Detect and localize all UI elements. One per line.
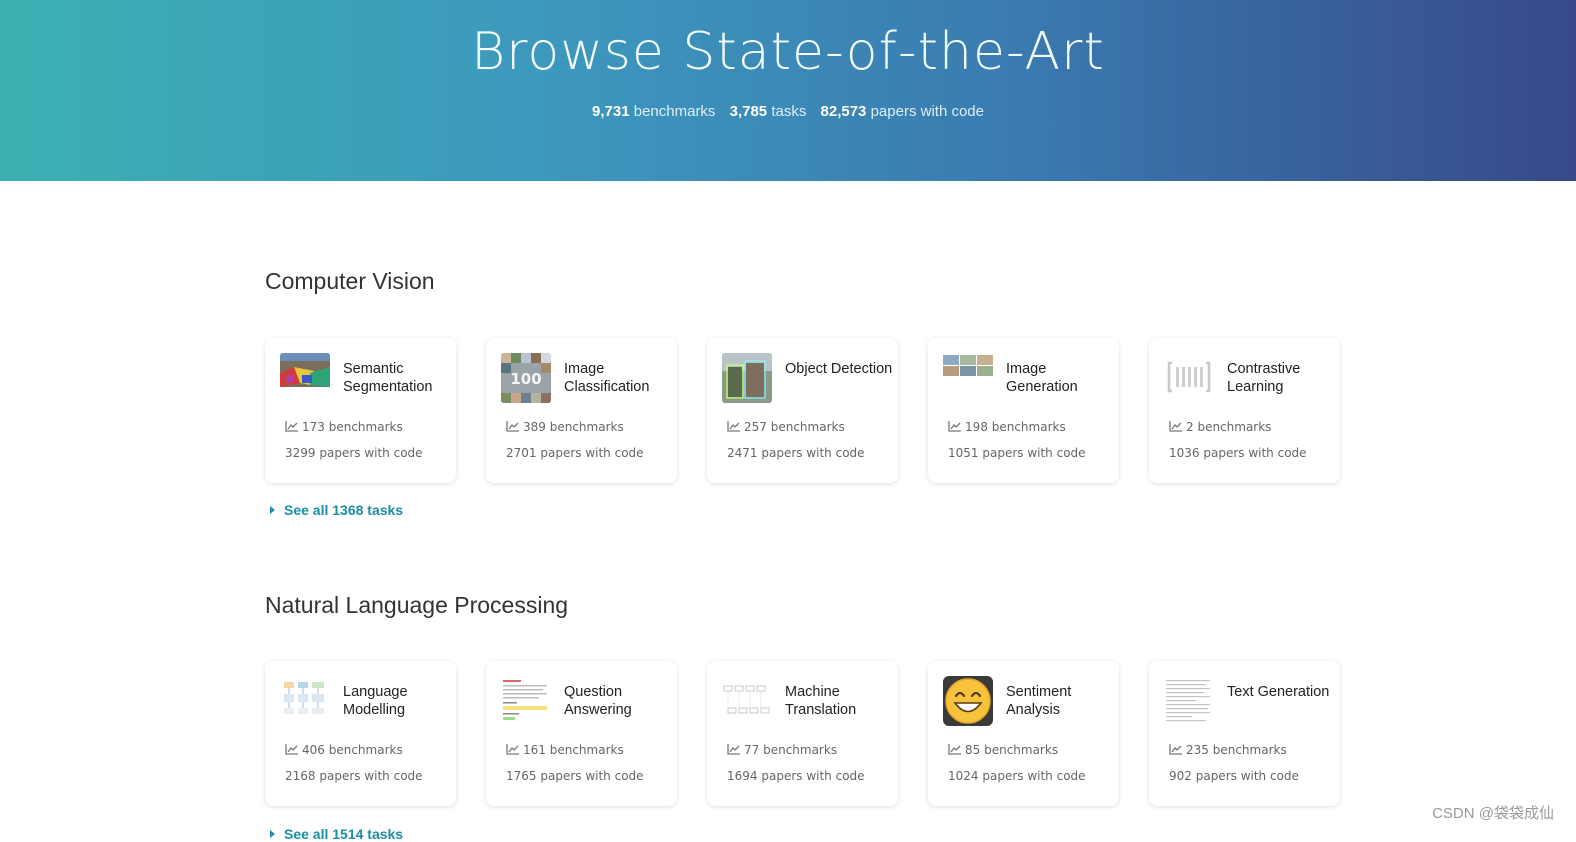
see-all-tasks-nlp-link[interactable]: See all 1514 tasks (270, 826, 403, 842)
chart-icon (727, 421, 740, 432)
task-card-sentiment-analysis[interactable]: Sentiment Analysis 85 benchmarks 1024 pa… (928, 661, 1119, 806)
task-name: Semantic Segmentation (343, 360, 451, 396)
hero-stats: 9,731 benchmarks 3,785 tasks 82,573 pape… (0, 103, 1576, 120)
papers-count: 1051 papers with code (948, 446, 1086, 460)
language-modelling-thumbnail (280, 676, 330, 726)
benchmark-count: 235 benchmarks (1169, 743, 1287, 757)
task-card-image-classification[interactable]: 100 Image Classification 389 benchmarks … (486, 338, 677, 483)
chart-icon (1169, 421, 1182, 432)
generation-thumbnail (943, 353, 993, 403)
segmentation-thumbnail (280, 353, 330, 403)
papers-count: 902 papers with code (1169, 769, 1299, 783)
task-name: Language Modelling (343, 683, 451, 719)
papers-count: 2471 papers with code (727, 446, 865, 460)
stat-tasks: 3,785 tasks (730, 103, 807, 120)
papers-count: 1765 papers with code (506, 769, 644, 783)
papers-count: 1024 papers with code (948, 769, 1086, 783)
papers-count: 2701 papers with code (506, 446, 644, 460)
chart-icon (285, 421, 298, 432)
papers-count: 3299 papers with code (285, 446, 423, 460)
benchmark-count: 85 benchmarks (948, 743, 1058, 757)
stat-papers: 82,573 papers with code (821, 103, 984, 120)
classification-thumbnail: 100 (501, 353, 551, 403)
machine-translation-thumbnail (722, 676, 772, 726)
task-name: Object Detection (785, 360, 893, 378)
page-title: Browse State-of-the-Art (0, 22, 1576, 82)
chart-icon (727, 744, 740, 755)
task-name: Image Generation (1006, 360, 1114, 396)
stat-benchmarks: 9,731 benchmarks (592, 103, 715, 120)
papers-count: 1694 papers with code (727, 769, 865, 783)
task-card-image-generation[interactable]: Image Generation 198 benchmarks 1051 pap… (928, 338, 1119, 483)
benchmark-count: 406 benchmarks (285, 743, 403, 757)
chart-icon (506, 421, 519, 432)
task-name: Contrastive Learning (1227, 360, 1335, 396)
task-card-language-modelling[interactable]: Language Modelling 406 benchmarks 2168 p… (265, 661, 456, 806)
task-name: Sentiment Analysis (1006, 683, 1114, 719)
detection-thumbnail (722, 353, 772, 403)
benchmark-count: 77 benchmarks (727, 743, 837, 757)
text-generation-thumbnail (1164, 676, 1214, 726)
chart-icon (285, 744, 298, 755)
contrastive-thumbnail (1164, 353, 1214, 403)
papers-count: 2168 papers with code (285, 769, 423, 783)
csdn-watermark: CSDN @袋袋成仙 (1432, 802, 1554, 823)
benchmark-count: 173 benchmarks (285, 420, 403, 434)
svg-text:100: 100 (510, 370, 541, 388)
papers-count: 1036 papers with code (1169, 446, 1307, 460)
section-title-nlp: Natural Language Processing (265, 592, 568, 619)
chart-icon (506, 744, 519, 755)
benchmark-count: 389 benchmarks (506, 420, 624, 434)
task-card-contrastive-learning[interactable]: Contrastive Learning 2 benchmarks 1036 p… (1149, 338, 1340, 483)
task-card-text-generation[interactable]: Text Generation 235 benchmarks 902 paper… (1149, 661, 1340, 806)
hero-banner: Browse State-of-the-Art 9,731 benchmarks… (0, 0, 1576, 181)
task-name: Image Classification (564, 360, 672, 396)
benchmark-count: 257 benchmarks (727, 420, 845, 434)
section-title-computer-vision: Computer Vision (265, 268, 435, 295)
task-name: Question Answering (564, 683, 672, 719)
task-name: Text Generation (1227, 683, 1335, 701)
task-card-object-detection[interactable]: Object Detection 257 benchmarks 2471 pap… (707, 338, 898, 483)
task-card-semantic-segmentation[interactable]: Semantic Segmentation 173 benchmarks 329… (265, 338, 456, 483)
chart-icon (948, 744, 961, 755)
smiley-emoji (943, 676, 993, 726)
caret-right-icon (270, 830, 275, 838)
benchmark-count: 198 benchmarks (948, 420, 1066, 434)
chart-icon (1169, 744, 1182, 755)
see-all-tasks-computer-vision-link[interactable]: See all 1368 tasks (270, 502, 403, 518)
task-card-question-answering[interactable]: Question Answering 161 benchmarks 1765 p… (486, 661, 677, 806)
task-card-machine-translation[interactable]: Machine Translation 77 benchmarks 1694 p… (707, 661, 898, 806)
benchmark-count: 161 benchmarks (506, 743, 624, 757)
caret-right-icon (270, 506, 275, 514)
question-answering-thumbnail (501, 676, 551, 726)
benchmark-count: 2 benchmarks (1169, 420, 1271, 434)
task-name: Machine Translation (785, 683, 893, 719)
chart-icon (948, 421, 961, 432)
